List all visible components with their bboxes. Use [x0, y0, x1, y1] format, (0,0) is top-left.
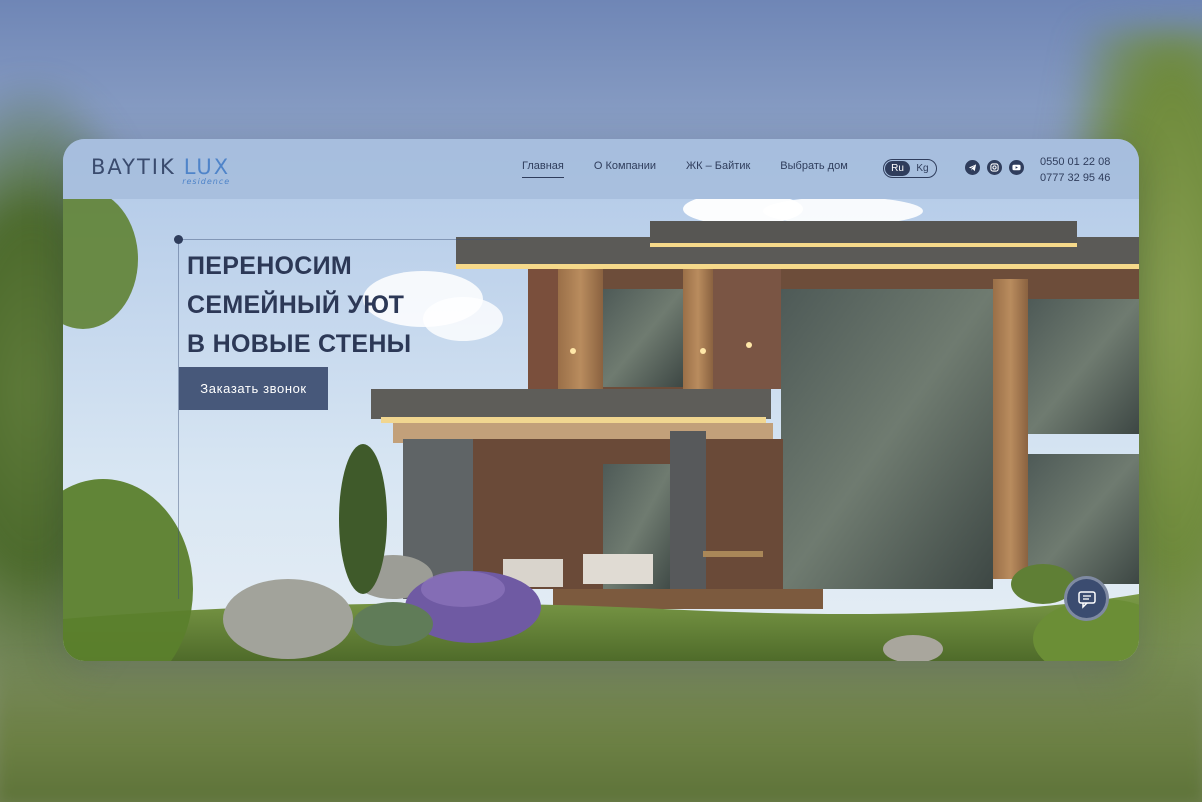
nav-item-home[interactable]: Главная	[522, 160, 564, 178]
social-links	[965, 160, 1024, 175]
logo-name: BAYTIK	[91, 155, 176, 179]
phone-2[interactable]: 0777 32 95 46	[1040, 170, 1110, 186]
order-call-button[interactable]: Заказать звонок	[179, 367, 328, 410]
nav-item-about[interactable]: О Компании	[594, 160, 656, 178]
lang-option-ru[interactable]: Ru	[885, 161, 910, 176]
instagram-icon[interactable]	[987, 160, 1002, 175]
phone-1[interactable]: 0550 01 22 08	[1040, 154, 1110, 170]
site-header: BAYTIK LUX residence Главная О Компании …	[63, 139, 1139, 199]
nav-item-complex[interactable]: ЖК – Байтик	[686, 160, 750, 178]
website-preview: ПЕРЕНОСИМ СЕМЕЙНЫЙ УЮТ В НОВЫЕ СТЕНЫ Зак…	[63, 139, 1139, 661]
main-nav: Главная О Компании ЖК – Байтик Выбрать д…	[522, 160, 878, 178]
logo-accent-text: LUX	[183, 155, 231, 179]
hero-title: ПЕРЕНОСИМ СЕМЕЙНЫЙ УЮТ В НОВЫЕ СТЕНЫ	[187, 247, 411, 364]
logo-accent: LUX residence	[182, 155, 231, 186]
hero-title-line-1: ПЕРЕНОСИМ	[187, 252, 353, 280]
guide-line-vertical	[178, 239, 179, 599]
language-switcher: Ru Kg	[883, 159, 937, 178]
contact-phones: 0550 01 22 08 0777 32 95 46	[1040, 154, 1110, 186]
nav-item-choose-house[interactable]: Выбрать дом	[780, 160, 847, 178]
telegram-icon[interactable]	[965, 160, 980, 175]
youtube-icon[interactable]	[1009, 160, 1024, 175]
hero-title-line-2: СЕМЕЙНЫЙ УЮТ	[187, 291, 405, 319]
background-ground	[0, 652, 1202, 802]
chat-icon	[1077, 590, 1096, 609]
hero-title-line-3: В НОВЫЕ СТЕНЫ	[187, 330, 412, 358]
chat-button[interactable]	[1064, 576, 1109, 621]
guide-dot	[174, 235, 183, 244]
guide-line-horizontal	[178, 239, 518, 240]
lang-option-kg[interactable]: Kg	[910, 161, 935, 176]
logo[interactable]: BAYTIK LUX residence	[91, 155, 231, 186]
logo-sub: residence	[182, 177, 231, 186]
hero-section: ПЕРЕНОСИМ СЕМЕЙНЫЙ УЮТ В НОВЫЕ СТЕНЫ Зак…	[63, 199, 1139, 661]
